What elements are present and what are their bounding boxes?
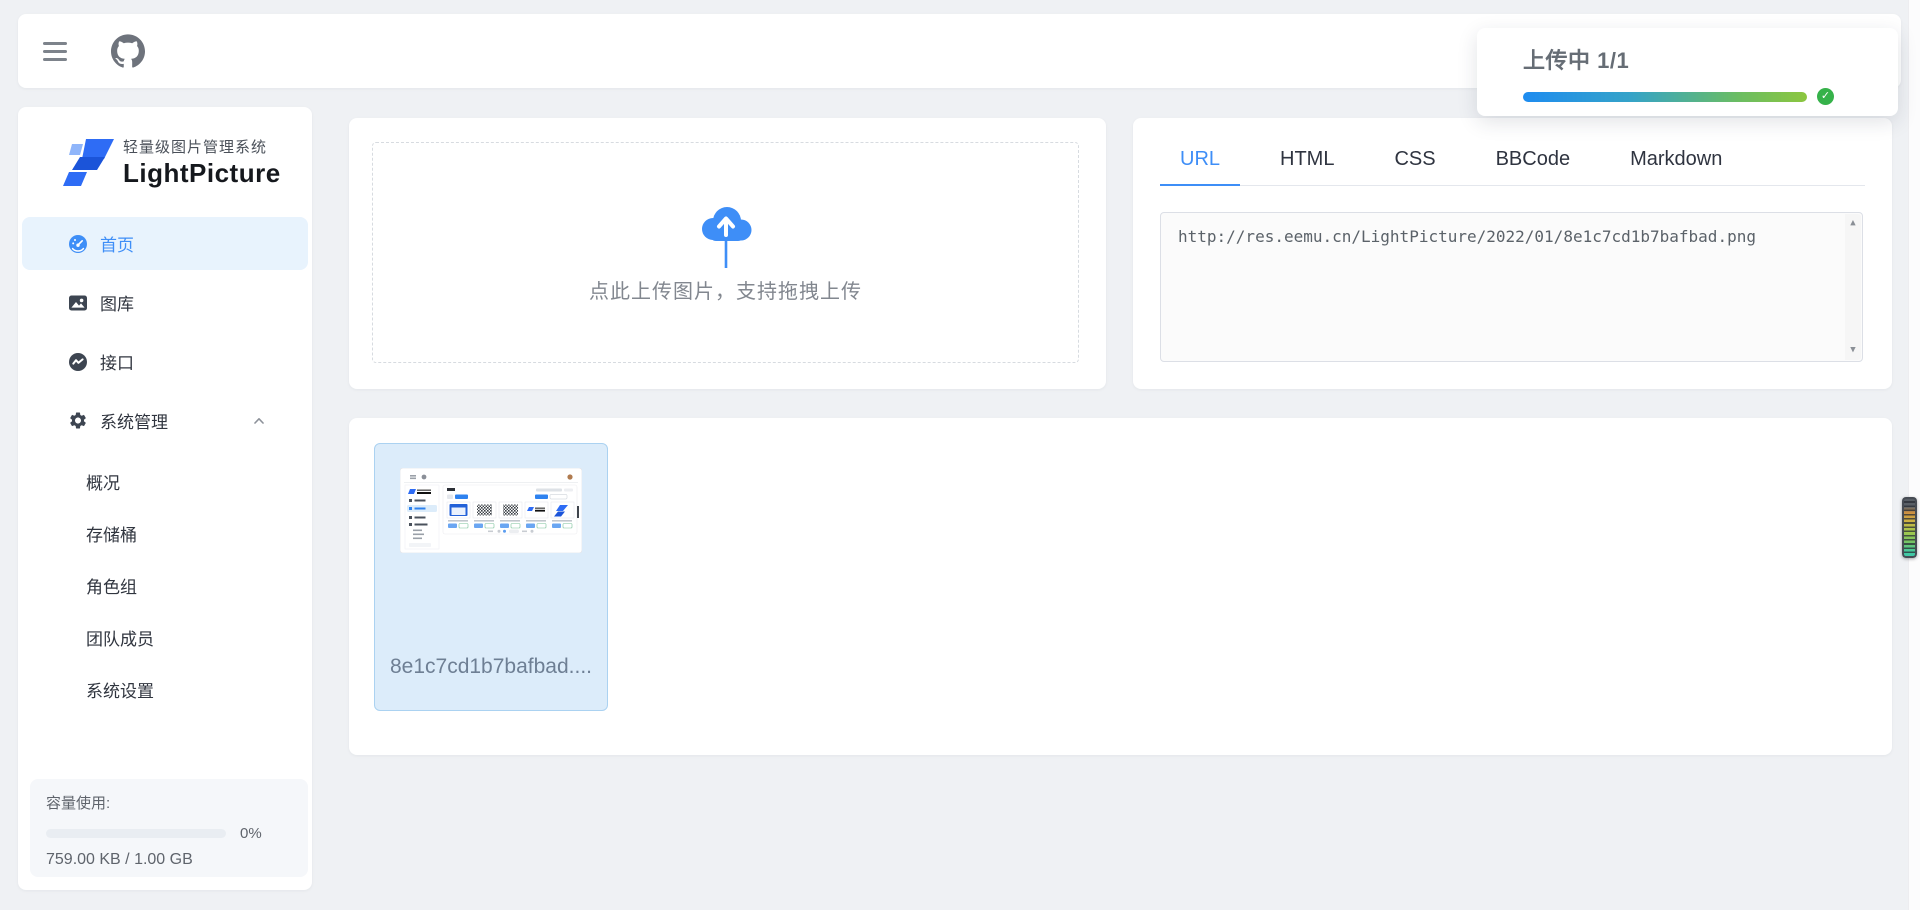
submenu-item-role-group[interactable]: 角色组 xyxy=(18,559,312,611)
scroll-down-icon[interactable]: ▼ xyxy=(1850,344,1855,357)
submenu-item-team-members[interactable]: 团队成员 xyxy=(18,611,312,663)
capacity-percent: 0% xyxy=(240,825,262,842)
share-link-panel: URL HTML CSS BBCode Markdown http://res.… xyxy=(1133,118,1892,389)
api-icon xyxy=(68,352,88,372)
system-management-submenu: 概况 存储桶 角色组 团队成员 系统设置 xyxy=(18,455,312,715)
tab-html[interactable]: HTML xyxy=(1260,148,1354,186)
submenu-item-storage-bucket[interactable]: 存储桶 xyxy=(18,507,312,559)
sidebar-item-api[interactable]: 接口 xyxy=(22,335,308,388)
cloud-upload-icon xyxy=(696,201,756,273)
submenu-item-label: 存储桶 xyxy=(86,521,137,546)
capacity-progress-bar xyxy=(46,829,226,838)
upload-hint-text: 点此上传图片，支持拖拽上传 xyxy=(589,275,862,304)
submenu-item-overview[interactable]: 概况 xyxy=(18,455,312,507)
link-format-tabs: URL HTML CSS BBCode Markdown xyxy=(1160,148,1865,186)
upload-progress-title: 上传中 1/1 xyxy=(1523,43,1898,75)
capacity-usage-card: 容量使用: 0% 759.00 KB / 1.00 GB xyxy=(30,779,308,877)
uploaded-files-card: 8e1c7cd1b7bafbad.... xyxy=(349,418,1892,755)
hamburger-menu-button[interactable] xyxy=(43,42,67,61)
submenu-item-label: 角色组 xyxy=(86,573,137,598)
tab-css[interactable]: CSS xyxy=(1374,148,1455,186)
scroll-minimap-widget[interactable] xyxy=(1902,497,1917,558)
gallery-icon xyxy=(68,293,88,313)
uploaded-image-card[interactable]: 8e1c7cd1b7bafbad.... xyxy=(374,443,608,711)
page-scrollbar[interactable] xyxy=(1908,0,1920,910)
sidebar-item-label: 系统管理 xyxy=(100,408,168,433)
sidebar-item-label: 图库 xyxy=(100,290,134,315)
gear-icon xyxy=(68,411,88,431)
upload-dropzone[interactable]: 点此上传图片，支持拖拽上传 xyxy=(372,142,1079,363)
submenu-item-label: 系统设置 xyxy=(86,677,154,702)
app-subtitle: 轻量级图片管理系统 xyxy=(123,136,281,157)
sidebar-item-label: 首页 xyxy=(100,231,134,256)
tab-bbcode[interactable]: BBCode xyxy=(1476,148,1591,186)
sidebar-item-home[interactable]: 首页 xyxy=(22,217,308,270)
tab-url[interactable]: URL xyxy=(1160,148,1240,186)
uploaded-image-thumbnail xyxy=(400,468,582,553)
sidebar: 轻量级图片管理系统 LightPicture 首页 图库 接口 xyxy=(18,107,312,890)
capacity-usage-text: 759.00 KB / 1.00 GB xyxy=(46,851,292,869)
scroll-up-icon[interactable]: ▲ xyxy=(1850,217,1855,230)
success-check-icon: ✓ xyxy=(1817,88,1834,105)
image-url-text: http://res.eemu.cn/LightPicture/2022/01/… xyxy=(1178,227,1756,246)
sidebar-menu: 首页 图库 接口 系统管理 概况 存储桶 角色组 xyxy=(18,217,312,715)
tab-markdown[interactable]: Markdown xyxy=(1610,148,1742,186)
submenu-item-label: 团队成员 xyxy=(86,625,154,650)
app-title: LightPicture xyxy=(123,158,281,189)
github-icon[interactable] xyxy=(111,34,145,68)
upload-progress-bar xyxy=(1523,92,1807,102)
chevron-up-icon xyxy=(252,414,266,428)
dashboard-icon xyxy=(68,234,88,254)
lightpicture-logo-icon xyxy=(60,135,118,189)
submenu-item-system-settings[interactable]: 系统设置 xyxy=(18,663,312,715)
link-textarea[interactable]: http://res.eemu.cn/LightPicture/2022/01/… xyxy=(1160,212,1863,362)
textarea-scrollbar[interactable]: ▲ ▼ xyxy=(1845,214,1861,360)
uploaded-image-filename: 8e1c7cd1b7bafbad.... xyxy=(375,655,607,679)
capacity-label: 容量使用: xyxy=(46,792,292,813)
sidebar-item-gallery[interactable]: 图库 xyxy=(22,276,308,329)
upload-card: 点此上传图片，支持拖拽上传 xyxy=(349,118,1106,389)
upload-progress-toast: 上传中 1/1 ✓ xyxy=(1477,28,1898,116)
sidebar-item-label: 接口 xyxy=(100,349,134,374)
sidebar-item-system-management[interactable]: 系统管理 xyxy=(22,394,308,447)
submenu-item-label: 概况 xyxy=(86,469,120,494)
app-logo[interactable]: 轻量级图片管理系统 LightPicture xyxy=(60,135,312,189)
